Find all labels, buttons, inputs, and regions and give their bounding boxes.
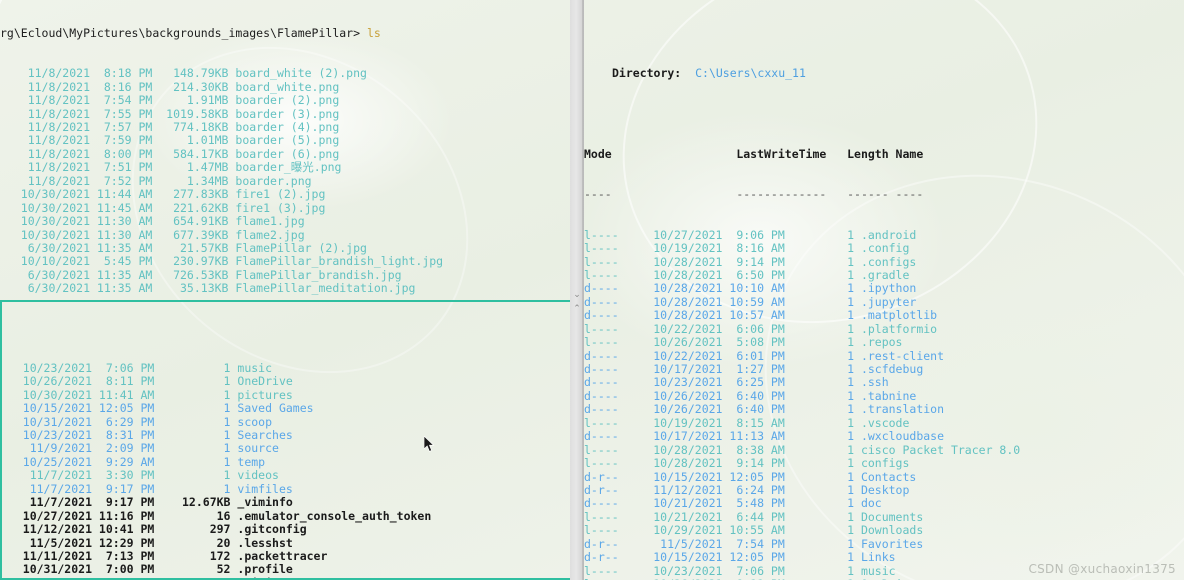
chevron-up-icon[interactable]: ⌃ — [570, 302, 584, 316]
chevron-down-icon[interactable]: ⌄ — [570, 288, 584, 302]
file-row[interactable]: l---- 10/28/2021 6:50 PM 1 .gradle — [584, 268, 1184, 282]
file-row[interactable]: d---- 10/26/2021 6:40 PM 1 .tabnine — [584, 389, 1184, 403]
file-row[interactable]: d-r-- 11/5/2021 7:54 PM 1 Favorites — [584, 537, 1184, 551]
file-row[interactable]: 10/31/2021 6:29 PM 1 scoop — [2, 415, 570, 429]
file-row[interactable]: l---- 10/29/2021 10:55 AM 1 Downloads — [584, 523, 1184, 537]
file-row[interactable]: 10/25/2021 9:29 AM 1 temp — [2, 455, 570, 469]
file-row[interactable]: 10/30/2021 11:41 AM 1 pictures — [2, 388, 570, 402]
left-bottom-file-list[interactable]: 10/23/2021 7:06 PM 1 music 10/26/2021 8:… — [2, 361, 570, 578]
column-rule-row: ---- ------------- ------ ---- — [584, 187, 924, 202]
file-row[interactable]: l---- 10/26/2021 5:08 PM 1 .repos — [584, 335, 1184, 349]
file-row[interactable]: d---- 10/28/2021 10:10 AM 1 .ipython — [584, 281, 1184, 295]
right-pane[interactable]: Directory: C:\Users\cxxu_11 Mode LastWri… — [584, 0, 1184, 580]
file-row[interactable]: d-r-- 11/12/2021 6:24 PM 1 Desktop — [584, 483, 1184, 497]
file-row[interactable]: l---- 10/27/2021 9:06 PM 1 .android — [584, 228, 1184, 242]
file-row[interactable]: d---- 10/28/2021 10:57 AM 1 .matplotlib — [584, 308, 1184, 322]
file-row[interactable]: 10/23/2021 8:31 PM 1 Searches — [2, 428, 570, 442]
file-row[interactable]: 11/8/2021 7:55 PM 1019.58KB boarder (3).… — [0, 107, 570, 121]
vertical-scrollbar-divider[interactable]: ⌄ ⌃ — [570, 0, 584, 580]
file-row[interactable]: 11/8/2021 7:57 PM 774.18KB boarder (4).p… — [0, 120, 570, 134]
right-pane-file-list[interactable]: l---- 10/27/2021 9:06 PM 1 .android l----… — [584, 228, 1184, 580]
file-row[interactable]: d---- 10/28/2021 10:59 AM 1 .jupyter — [584, 295, 1184, 309]
file-row[interactable]: l---- 10/28/2021 9:14 PM 1 .configs — [584, 255, 1184, 269]
file-row[interactable]: 10/15/2021 12:05 PM 1 Saved Games — [2, 401, 570, 415]
prompt-command: ls — [366, 25, 381, 40]
file-row[interactable]: l---- 10/22/2021 6:06 PM 1 .platformio — [584, 322, 1184, 336]
file-row[interactable]: d---- 10/21/2021 5:48 PM 1 doc — [584, 496, 1184, 510]
directory-header-line: Directory: C:\Users\cxxu_11 — [584, 67, 1184, 80]
file-row[interactable]: 10/26/2021 8:11 PM 1 OneDrive — [2, 374, 570, 388]
directory-path: C:\Users\cxxu_11 — [695, 66, 806, 81]
file-row[interactable]: 11/8/2021 8:18 PM 148.79KB board_white (… — [0, 66, 570, 80]
file-row[interactable]: 10/30/2021 11:45 AM 221.62KB fire1 (3).j… — [0, 201, 570, 215]
file-row[interactable]: l---- 10/28/2021 8:38 AM 1 cisco Packet … — [584, 443, 1184, 457]
left-bottom-pane[interactable]: 10/23/2021 7:06 PM 1 music 10/26/2021 8:… — [0, 300, 570, 580]
file-row[interactable]: 6/30/2021 11:35 AM 21.57KB FlamePillar (… — [0, 241, 570, 255]
file-row[interactable]: 11/8/2021 7:52 PM 1.34MB boarder.png — [0, 174, 570, 188]
file-row[interactable]: d---- 10/17/2021 1:27 PM 1 .scfdebug — [584, 362, 1184, 376]
directory-label: Directory: — [612, 66, 682, 81]
file-row[interactable]: 11/11/2021 7:13 PM 172 .packettracer — [2, 549, 570, 563]
csdn-watermark: CSDN @xuchaoxin1375 — [1028, 562, 1176, 576]
file-row[interactable]: 11/7/2021 9:17 PM 12.67KB _viminfo — [2, 495, 570, 509]
file-row[interactable]: d---- 10/26/2021 6:40 PM 1 .translation — [584, 402, 1184, 416]
file-row[interactable]: 10/10/2021 5:45 PM 230.97KB FlamePillar_… — [0, 254, 570, 268]
left-top-pane[interactable]: rg\Ecloud\MyPictures\backgrounds_images\… — [0, 0, 570, 296]
file-row[interactable]: l---- 10/21/2021 6:44 PM 1 Documents — [584, 510, 1184, 524]
file-row[interactable]: 11/8/2021 8:16 PM 214.30KB board_white.p… — [0, 80, 570, 94]
prompt-path: rg\Ecloud\MyPictures\backgrounds_images\… — [0, 25, 361, 40]
right-pane-top-spacer — [584, 27, 1184, 40]
file-row[interactable]: 11/8/2021 7:51 PM 1.47MB boarder_曝光.png — [0, 160, 570, 174]
column-header-row: Mode LastWriteTime Length Name — [584, 146, 924, 161]
file-row[interactable]: 11/8/2021 7:59 PM 1.01MB boarder (5).png — [0, 133, 570, 147]
file-row[interactable]: l---- 10/19/2021 8:16 AM 1 .config — [584, 241, 1184, 255]
file-row[interactable]: l---- 10/28/2021 9:14 PM 1 configs — [584, 456, 1184, 470]
file-row[interactable]: 11/12/2021 10:41 PM 297 .gitconfig — [2, 522, 570, 536]
prompt-line: rg\Ecloud\MyPictures\backgrounds_images\… — [0, 25, 570, 40]
left-top-file-list[interactable]: 11/8/2021 8:18 PM 148.79KB board_white (… — [0, 66, 570, 296]
file-row[interactable]: 6/30/2021 11:35 AM 726.53KB FlamePillar_… — [0, 268, 570, 282]
right-pane-blank-line — [584, 108, 1184, 121]
file-row[interactable]: 10/27/2021 11:16 PM 16 .emulator_console… — [2, 509, 570, 523]
file-row[interactable]: d---- 10/17/2021 11:13 AM 1 .wxcloudbase — [584, 429, 1184, 443]
file-row[interactable]: l---- 10/19/2021 8:15 AM 1 .vscode — [584, 416, 1184, 430]
file-row[interactable]: 11/9/2021 2:09 PM 1 source — [2, 441, 570, 455]
file-row[interactable]: d-r-- 10/15/2021 12:05 PM 1 Contacts — [584, 470, 1184, 484]
file-row[interactable]: 11/8/2021 7:54 PM 1.91MB boarder (2).png — [0, 93, 570, 107]
file-row[interactable]: d---- 10/23/2021 6:25 PM 1 .ssh — [584, 375, 1184, 389]
file-row[interactable]: 6/30/2021 11:35 AM 35.13KB FlamePillar_m… — [0, 281, 570, 295]
file-row[interactable]: 10/30/2021 11:30 AM 677.39KB flame2.jpg — [0, 228, 570, 242]
file-row[interactable]: d---- 10/22/2021 6:01 PM 1 .rest-client — [584, 349, 1184, 363]
file-row[interactable]: 10/30/2021 11:30 AM 654.91KB flame1.jpg — [0, 214, 570, 228]
file-row[interactable]: 10/31/2021 7:00 PM 52 .profile — [2, 562, 570, 576]
file-row[interactable]: 10/23/2021 7:06 PM 1 music — [2, 361, 570, 375]
mouse-cursor-icon — [424, 436, 435, 452]
terminal-screen: rg\Ecloud\MyPictures\backgrounds_images\… — [0, 0, 1184, 580]
file-row[interactable]: 11/7/2021 9:17 PM 1 vimfiles — [2, 482, 570, 496]
file-row[interactable]: 11/8/2021 8:00 PM 584.17KB boarder (6).p… — [0, 147, 570, 161]
file-row[interactable]: 11/5/2021 12:29 PM 20 .lesshst — [2, 536, 570, 550]
file-row[interactable]: 10/30/2021 11:44 AM 277.83KB fire1 (2).j… — [0, 187, 570, 201]
file-row[interactable]: 11/7/2021 3:30 PM 1 videos — [2, 468, 570, 482]
